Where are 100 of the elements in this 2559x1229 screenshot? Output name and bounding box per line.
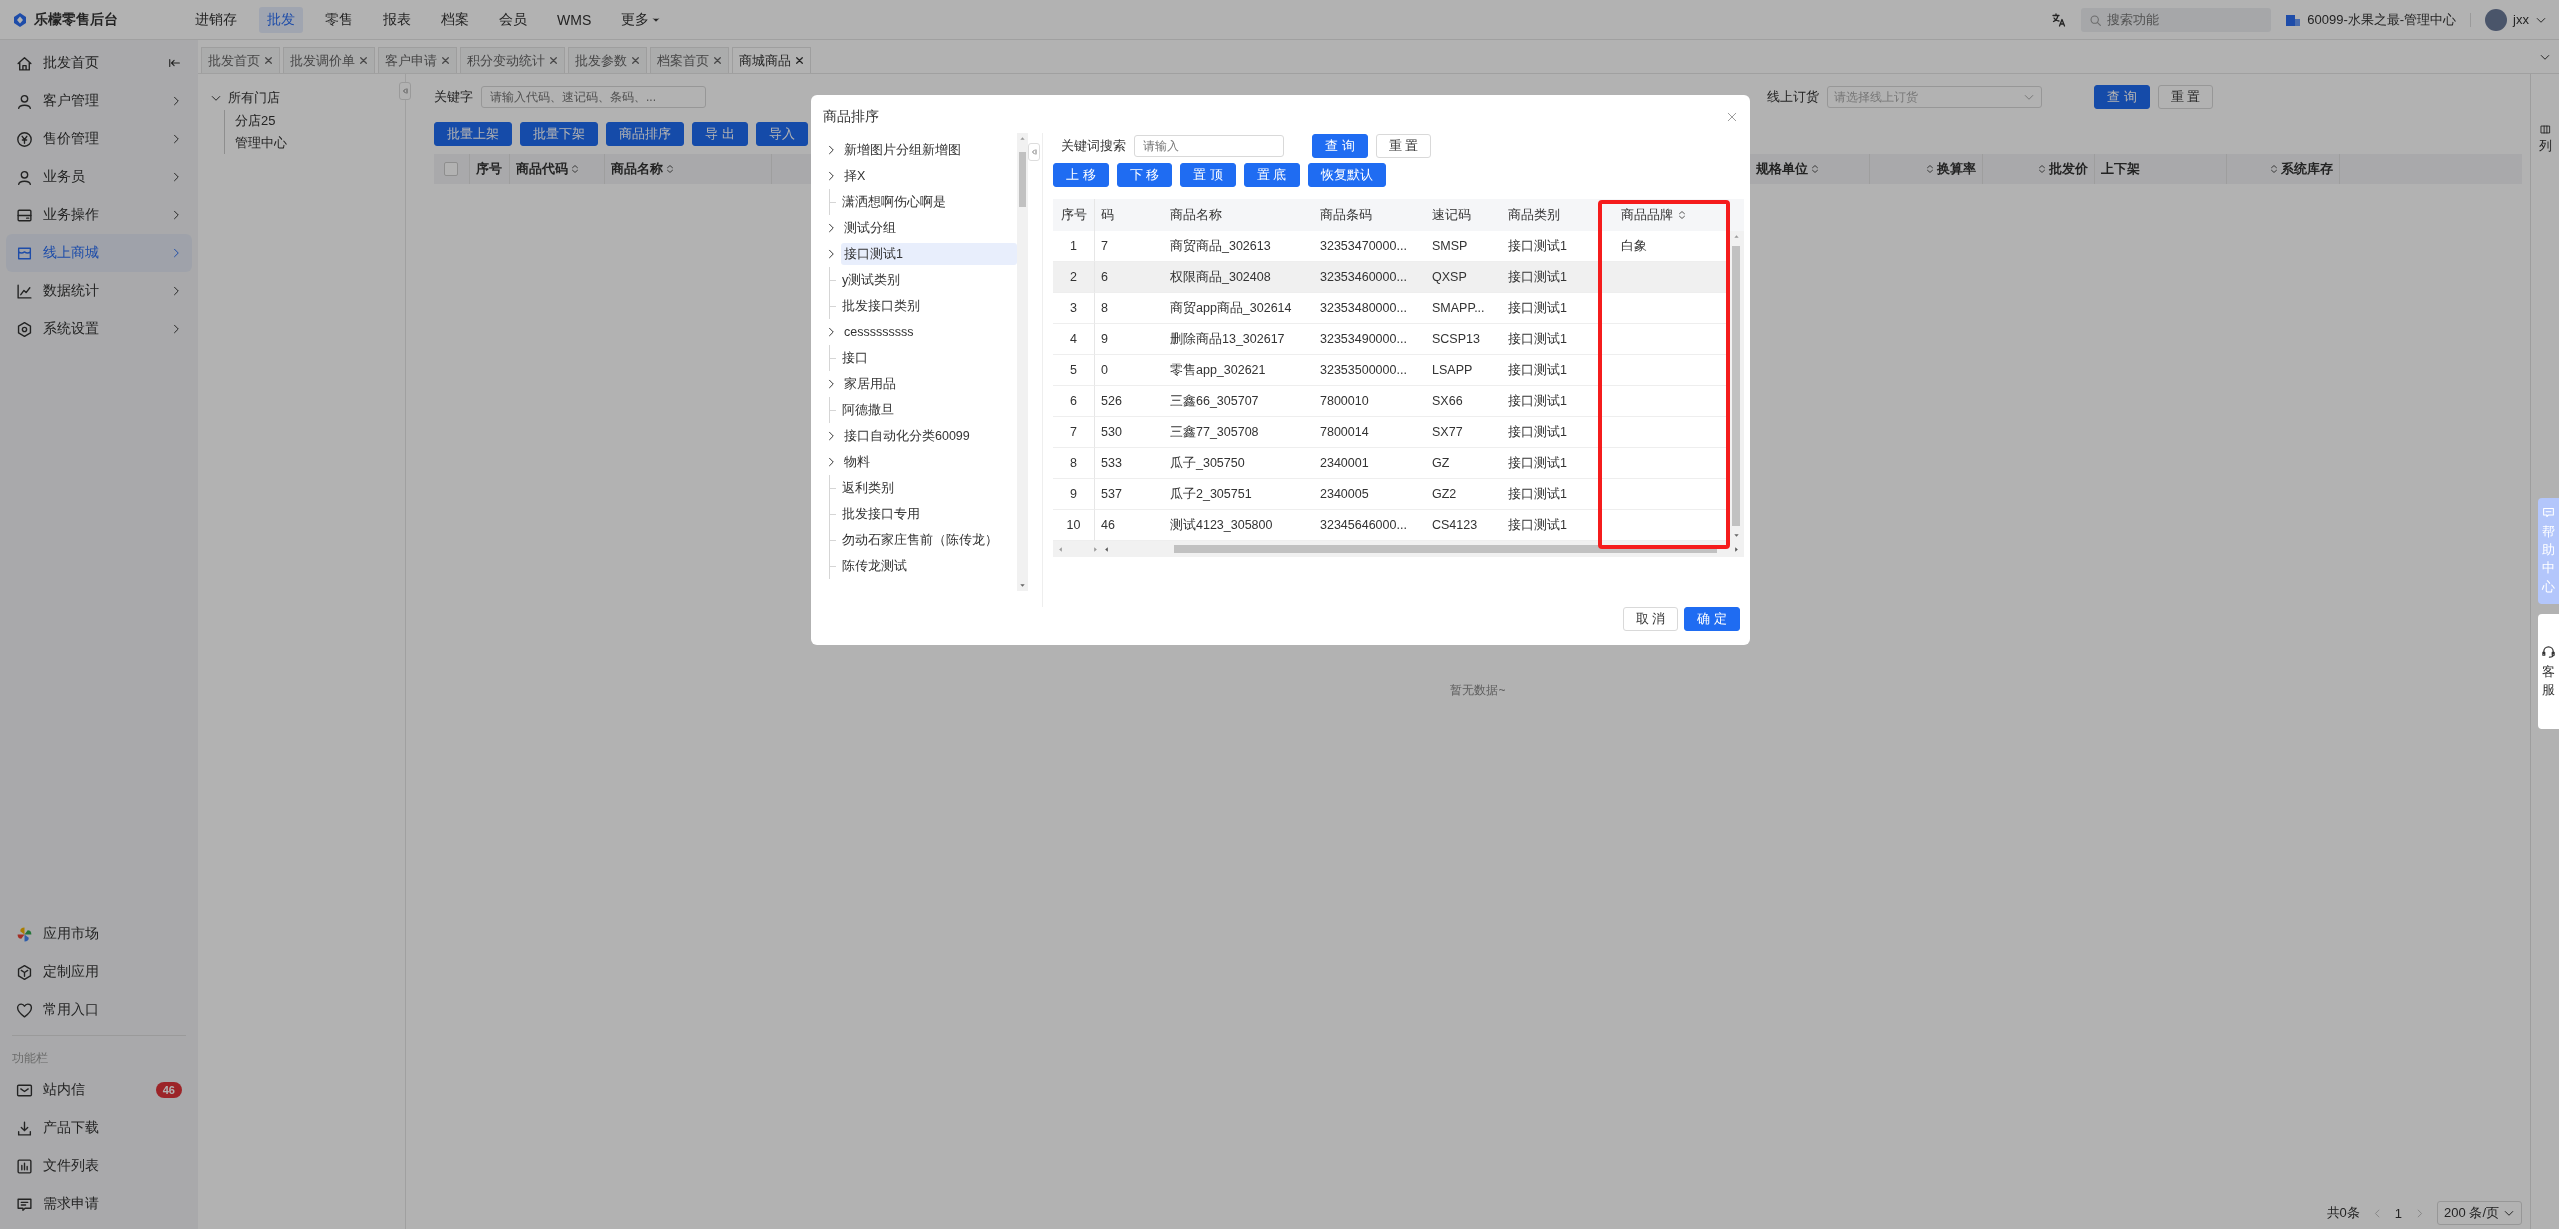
table-row[interactable]: 9 537 瓜子2_305751 2340005 GZ2 接口测试1 (1053, 479, 1728, 510)
page-tab[interactable]: 积分变动统计 (460, 47, 565, 73)
keyword-field[interactable]: 请输入 (1134, 135, 1284, 157)
table-row[interactable]: 3 8 商贸app商品_302614 32353480000... SMAPP... 接口测试1 (1053, 293, 1728, 324)
filter-button[interactable]: 重 置 (2157, 85, 2214, 109)
table-cell: 32353460000... (1314, 262, 1426, 293)
table-cell: 9 (1095, 324, 1164, 355)
tree-item[interactable]: y测试类别 (839, 269, 1017, 291)
tree-item[interactable]: 潇洒想啊伤心啊是 (839, 191, 1017, 213)
move-button[interactable]: 置 顶 (1180, 163, 1236, 187)
sidebar-item[interactable]: 产品下载 (6, 1109, 192, 1147)
nav-tab[interactable]: 档案 (433, 6, 477, 33)
page-tab[interactable]: 客户申请 (378, 47, 457, 73)
tree-item[interactable]: cesssssssss (841, 321, 1017, 343)
tree-item[interactable]: 陈传龙测试 (839, 555, 1017, 577)
action-button[interactable]: 导 出 (692, 122, 748, 146)
action-button[interactable]: 批量下架 (520, 122, 598, 146)
tree-item[interactable]: 管理中心 (235, 134, 287, 152)
scrollbar-thumb[interactable] (1174, 545, 1717, 553)
collapse-handle[interactable] (1028, 143, 1040, 161)
tree-item[interactable]: 家居用品 (841, 373, 1017, 395)
tree-item[interactable]: 接口 (839, 347, 1017, 369)
table-cell: 7800010 (1314, 386, 1426, 417)
tree-item[interactable]: 批发接口专用 (839, 503, 1017, 525)
footer-button[interactable]: 取 消 (1622, 607, 1679, 631)
scrollbar[interactable] (1017, 133, 1028, 591)
horizontal-scrollbar[interactable] (1053, 541, 1744, 557)
table-cell: 8 (1053, 448, 1095, 479)
sidebar-item[interactable]: 站内信 46 (6, 1071, 192, 1109)
sidebar-item[interactable]: 售价管理 (6, 120, 192, 158)
nav-tab[interactable]: WMS (549, 7, 600, 32)
search-field[interactable]: 搜索功能 (2081, 7, 2272, 32)
logo-icon (12, 11, 28, 28)
nav-tab[interactable]: 报表 (375, 6, 419, 33)
search-button[interactable]: 查 询 (1312, 134, 1368, 158)
page-tab[interactable]: 档案首页 (650, 47, 729, 73)
tree-item[interactable]: 测试分组 (841, 217, 1017, 239)
sidebar-item[interactable]: 系统设置 (6, 310, 192, 348)
sidebar-item[interactable]: 批发首页 (6, 44, 192, 82)
page-tab[interactable]: 批发调价单 (283, 47, 375, 73)
tree-item[interactable]: 择X (841, 165, 1017, 187)
tree-item[interactable]: 勿动石家庄售前（陈传龙） (839, 529, 1017, 551)
nav-tab[interactable]: 会员 (491, 6, 535, 33)
move-button[interactable]: 上 移 (1053, 163, 1109, 187)
page-tab[interactable]: 批发首页 (201, 47, 280, 73)
table-row[interactable]: 5 0 零售app_302621 32353500000... LSAPP 接口测试1 (1053, 355, 1728, 386)
sidebar-item[interactable]: 需求申请 (6, 1185, 192, 1223)
table-row[interactable]: 2 6 权限商品_302408 32353460000... QXSP 接口测试1 (1053, 262, 1728, 293)
service-tab[interactable]: 客服 (2538, 613, 2559, 730)
select-all-checkbox[interactable] (444, 162, 458, 176)
sidebar-item[interactable]: 数据统计 (6, 272, 192, 310)
table-cell: 533 (1095, 448, 1164, 479)
scrollbar-thumb[interactable] (1732, 246, 1740, 526)
action-button[interactable]: 批量上架 (434, 122, 512, 146)
action-button[interactable]: 商品排序 (606, 122, 684, 146)
user-name[interactable]: jxx (2513, 12, 2529, 27)
sidebar-item[interactable]: 文件列表 (6, 1147, 192, 1185)
move-button[interactable]: 下 移 (1116, 163, 1173, 187)
tree-item[interactable]: 批发接口类别 (839, 295, 1017, 317)
column-header: 上下架 (2095, 154, 2227, 184)
keyword-field[interactable]: 请输入代码、速记码、条码、... (481, 86, 706, 108)
tree-item[interactable]: 所有门店 (228, 89, 280, 107)
search-button[interactable]: 重 置 (1375, 134, 1432, 158)
table-cell: 530 (1095, 417, 1164, 448)
yen-icon (16, 130, 33, 148)
filter-button[interactable]: 查 询 (2094, 85, 2150, 109)
tree-item[interactable]: 新增图片分组新增图 (841, 139, 1017, 161)
tree-item[interactable]: 阿德撒旦 (839, 399, 1017, 421)
tree-item[interactable]: 接口测试1 (841, 243, 1017, 265)
column-settings[interactable]: 列 (2538, 137, 2552, 155)
collapse-handle[interactable] (399, 82, 411, 100)
move-button[interactable]: 置 底 (1243, 163, 1300, 187)
move-button[interactable]: 恢复默认 (1307, 163, 1386, 187)
table-row[interactable]: 4 9 删除商品13_302617 32353490000... SCSP13 接口测试1 (1053, 324, 1728, 355)
page-tab[interactable]: 批发参数 (568, 47, 647, 73)
tree-item[interactable]: 返利类别 (839, 477, 1017, 499)
page-number[interactable]: 1 (2394, 1205, 2403, 1221)
scrollbar-thumb[interactable] (1019, 152, 1026, 207)
sidebar-item[interactable]: 应用市场 (6, 915, 192, 953)
nav-tab[interactable]: 更多 (613, 6, 670, 33)
action-button[interactable]: 导入 (755, 122, 808, 146)
table-row[interactable]: 8 533 瓜子_305750 2340001 GZ 接口测试1 (1053, 448, 1728, 479)
sidebar-item[interactable]: 定制应用 (6, 953, 192, 991)
avatar[interactable] (2485, 8, 2508, 31)
tree-item[interactable]: 分店25 (235, 112, 276, 130)
sidebar-item[interactable]: 业务操作 (6, 196, 192, 234)
sidebar-item[interactable]: 客户管理 (6, 82, 192, 120)
tree-item[interactable]: 物料 (841, 451, 1017, 473)
table-row[interactable]: 7 530 三鑫77_305708 7800014 SX77 接口测试1 (1053, 417, 1728, 448)
nav-tab[interactable]: 零售 (317, 6, 361, 33)
sidebar-item[interactable]: 业务员 (6, 158, 192, 196)
store-name[interactable]: 60099-水果之最-管理中心 (2307, 10, 2457, 29)
page-size-select[interactable]: 200 条/页 (2437, 1201, 2522, 1225)
page-tab[interactable]: 商城商品 (732, 47, 811, 73)
sidebar-item[interactable]: 常用入口 (6, 991, 192, 1029)
dialog-title: 商品排序 (823, 108, 879, 126)
footer-button[interactable]: 确 定 (1684, 607, 1740, 631)
table-row[interactable]: 6 526 三鑫66_305707 7800010 SX66 接口测试1 (1053, 386, 1728, 417)
nav-tab[interactable]: 进销存 (187, 6, 245, 33)
tree-item[interactable]: 接口自动化分类60099 (841, 425, 1017, 447)
